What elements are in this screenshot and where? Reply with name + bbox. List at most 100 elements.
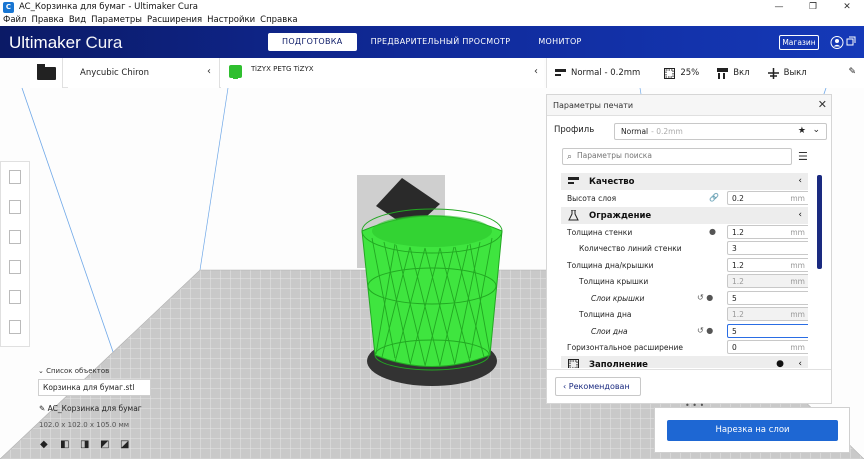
setting-label: Горизонтальное расширение [567,343,683,352]
object-list-item[interactable]: Корзинка для бумаг.stl [38,379,151,396]
menu-view[interactable]: Вид [69,15,86,25]
settings-search[interactable]: ⌕ [562,148,792,165]
tab-prepare[interactable]: ПОДГОТОВКА [268,33,357,51]
setting-label: Толщина дна [579,310,632,319]
menu-file[interactable]: Файл [3,15,26,25]
tab-preview[interactable]: ПРЕДВАРИТЕЛЬНЫЙ ПРОСМОТР [357,33,525,51]
star-icon[interactable]: ★ [798,126,806,136]
restore-button[interactable]: ❐ [796,0,830,14]
view-front-icon[interactable]: ◧ [60,439,72,450]
setting-label: Толщина крышки [579,277,649,286]
horizontal-expansion-field[interactable]: 0 mm [727,340,808,354]
category-walls[interactable]: Ограждение ‹ [561,206,808,224]
rotate-icon [9,230,21,244]
slice-button[interactable]: Нарезка на слои [667,420,838,441]
view-left-icon[interactable]: ◩ [100,439,112,450]
search-input[interactable] [577,151,777,160]
job-name[interactable]: ✎ AC_Корзинка для бумаг [39,404,142,413]
logo-product: Cura [85,33,123,52]
wall-thickness-field[interactable]: 1.2 mm [727,224,808,239]
move-tool-button[interactable] [1,162,29,192]
walls-icon [568,209,579,220]
menu-help[interactable]: Справка [260,15,297,25]
menu-preferences[interactable]: Настройки [207,15,255,25]
open-file-button[interactable] [30,58,63,88]
panel-footer: ‹ Рекомендован [547,369,831,403]
support-blocker-button[interactable] [1,312,29,342]
object-list: ⌄ Список объектов Корзинка для бумаг.stl [38,367,151,396]
settings-visibility-menu-icon[interactable]: ☰ [798,150,808,163]
support-blocker-icon [9,320,21,334]
setting-wall-thickness: Толщина стенки ● 1.2 mm [561,224,808,241]
printer-selector[interactable]: Anycubic Chiron ‹ [68,58,220,88]
extruder-badge-icon [229,65,242,79]
category-label: Качество [589,177,635,187]
setting-label: Толщина дна/крышки [567,260,654,270]
window-controls: — ❐ ✕ [762,0,864,14]
infill-icon [568,358,579,368]
recommended-mode-button[interactable]: ‹ Рекомендован [555,377,641,396]
app-logo: Ultimaker Cura [9,33,122,53]
object-list-header[interactable]: ⌄ Список объектов [38,367,109,375]
profile-name: Normal [621,127,649,136]
support-summary[interactable]: Вкл [717,67,750,79]
info-icon: ● [776,358,784,369]
category-label: Ограждение [589,210,652,221]
chevron-left-icon: ‹ [534,66,538,77]
setting-wall-line-count: Количество линий стенки 3 [561,240,808,257]
setting-top-thickness: Толщина крышки 1.2 mm [561,273,808,290]
layer-height-field[interactable]: 0.2 mm [727,191,808,205]
view-right-icon[interactable]: ◪ [120,439,132,450]
per-model-settings-button[interactable] [1,282,29,312]
settings-scrollbar[interactable] [817,175,822,269]
category-infill[interactable]: Заполнение ● ‹ [561,355,808,369]
profile-summary-label: Normal - 0.2mm [571,68,641,78]
menu-edit[interactable]: Правка [31,15,63,25]
top-bottom-thickness-field[interactable]: 1.2 mm [727,257,808,272]
reset-icon[interactable]: ↺ ● [697,293,713,302]
print-settings-summary[interactable]: Normal - 0.2mm 25% Вкл Выкл ✎ [546,58,864,88]
category-label: Заполнение [589,359,648,369]
setting-label: Количество линий стенки [579,244,682,253]
setting-bottom-layers: Слои дна ↺ ● 5 [561,323,808,340]
category-quality[interactable]: Качество ‹ [561,173,808,190]
account-icon[interactable] [830,35,858,50]
title-bar: C AC_Корзинка для бумаг - Ultimaker Cura… [0,0,864,14]
marketplace-button[interactable]: Магазин [779,35,819,50]
material-name: TiZYX PETG TiZYX [251,65,314,73]
profile-variant: - 0.2mm [651,127,683,136]
menu-extensions[interactable]: Расширения [147,15,202,25]
material-selector[interactable]: TiZYX PETG TiZYX ‹ [221,58,544,88]
info-icon: ● [709,226,716,236]
tab-monitor[interactable]: МОНИТОР [524,33,595,51]
bottom-thickness-field[interactable]: 1.2 mm [727,307,808,321]
profile-summary[interactable]: Normal - 0.2mm [555,68,640,79]
top-thickness-field[interactable]: 1.2 mm [727,274,808,288]
chevron-left-icon: ‹ [798,358,802,369]
adhesion-summary[interactable]: Выкл [767,67,807,79]
reset-icon[interactable]: ↺ ● [697,326,713,335]
menu-settings[interactable]: Параметры [91,15,142,25]
setting-label: Слои дна [591,326,628,336]
quality-icon [555,68,566,76]
rotate-tool-button[interactable] [1,222,29,252]
setting-top-bottom-thickness: Толщина дна/крышки 1.2 mm [561,257,808,274]
close-panel-icon[interactable]: ✕ [818,98,827,111]
minimize-button[interactable]: — [762,0,796,14]
setting-label: Слои крышки [591,293,645,303]
adhesion-summary-label: Выкл [783,68,807,78]
wall-line-count-field[interactable]: 3 [727,241,808,255]
profile-dropdown[interactable]: Normal - 0.2mm ★ ⌄ [614,123,827,140]
top-layers-field[interactable]: 5 [727,290,808,305]
mirror-tool-button[interactable] [1,252,29,282]
infill-summary[interactable]: 25% [664,67,699,79]
pencil-icon[interactable]: ✎ [848,67,856,77]
scale-tool-button[interactable] [1,192,29,222]
close-window-button[interactable]: ✕ [830,0,864,14]
stage-tabs: ПОДГОТОВКА ПРЕДВАРИТЕЛЬНЫЙ ПРОСМОТР МОНИ… [268,33,596,51]
support-summary-label: Вкл [733,68,750,78]
view-orientation-buttons: ◆ ◧ ◨ ◩ ◪ [40,439,140,450]
view-top-icon[interactable]: ◨ [80,439,92,450]
bottom-layers-field[interactable]: 5 [727,323,808,338]
view-3d-icon[interactable]: ◆ [40,439,52,450]
